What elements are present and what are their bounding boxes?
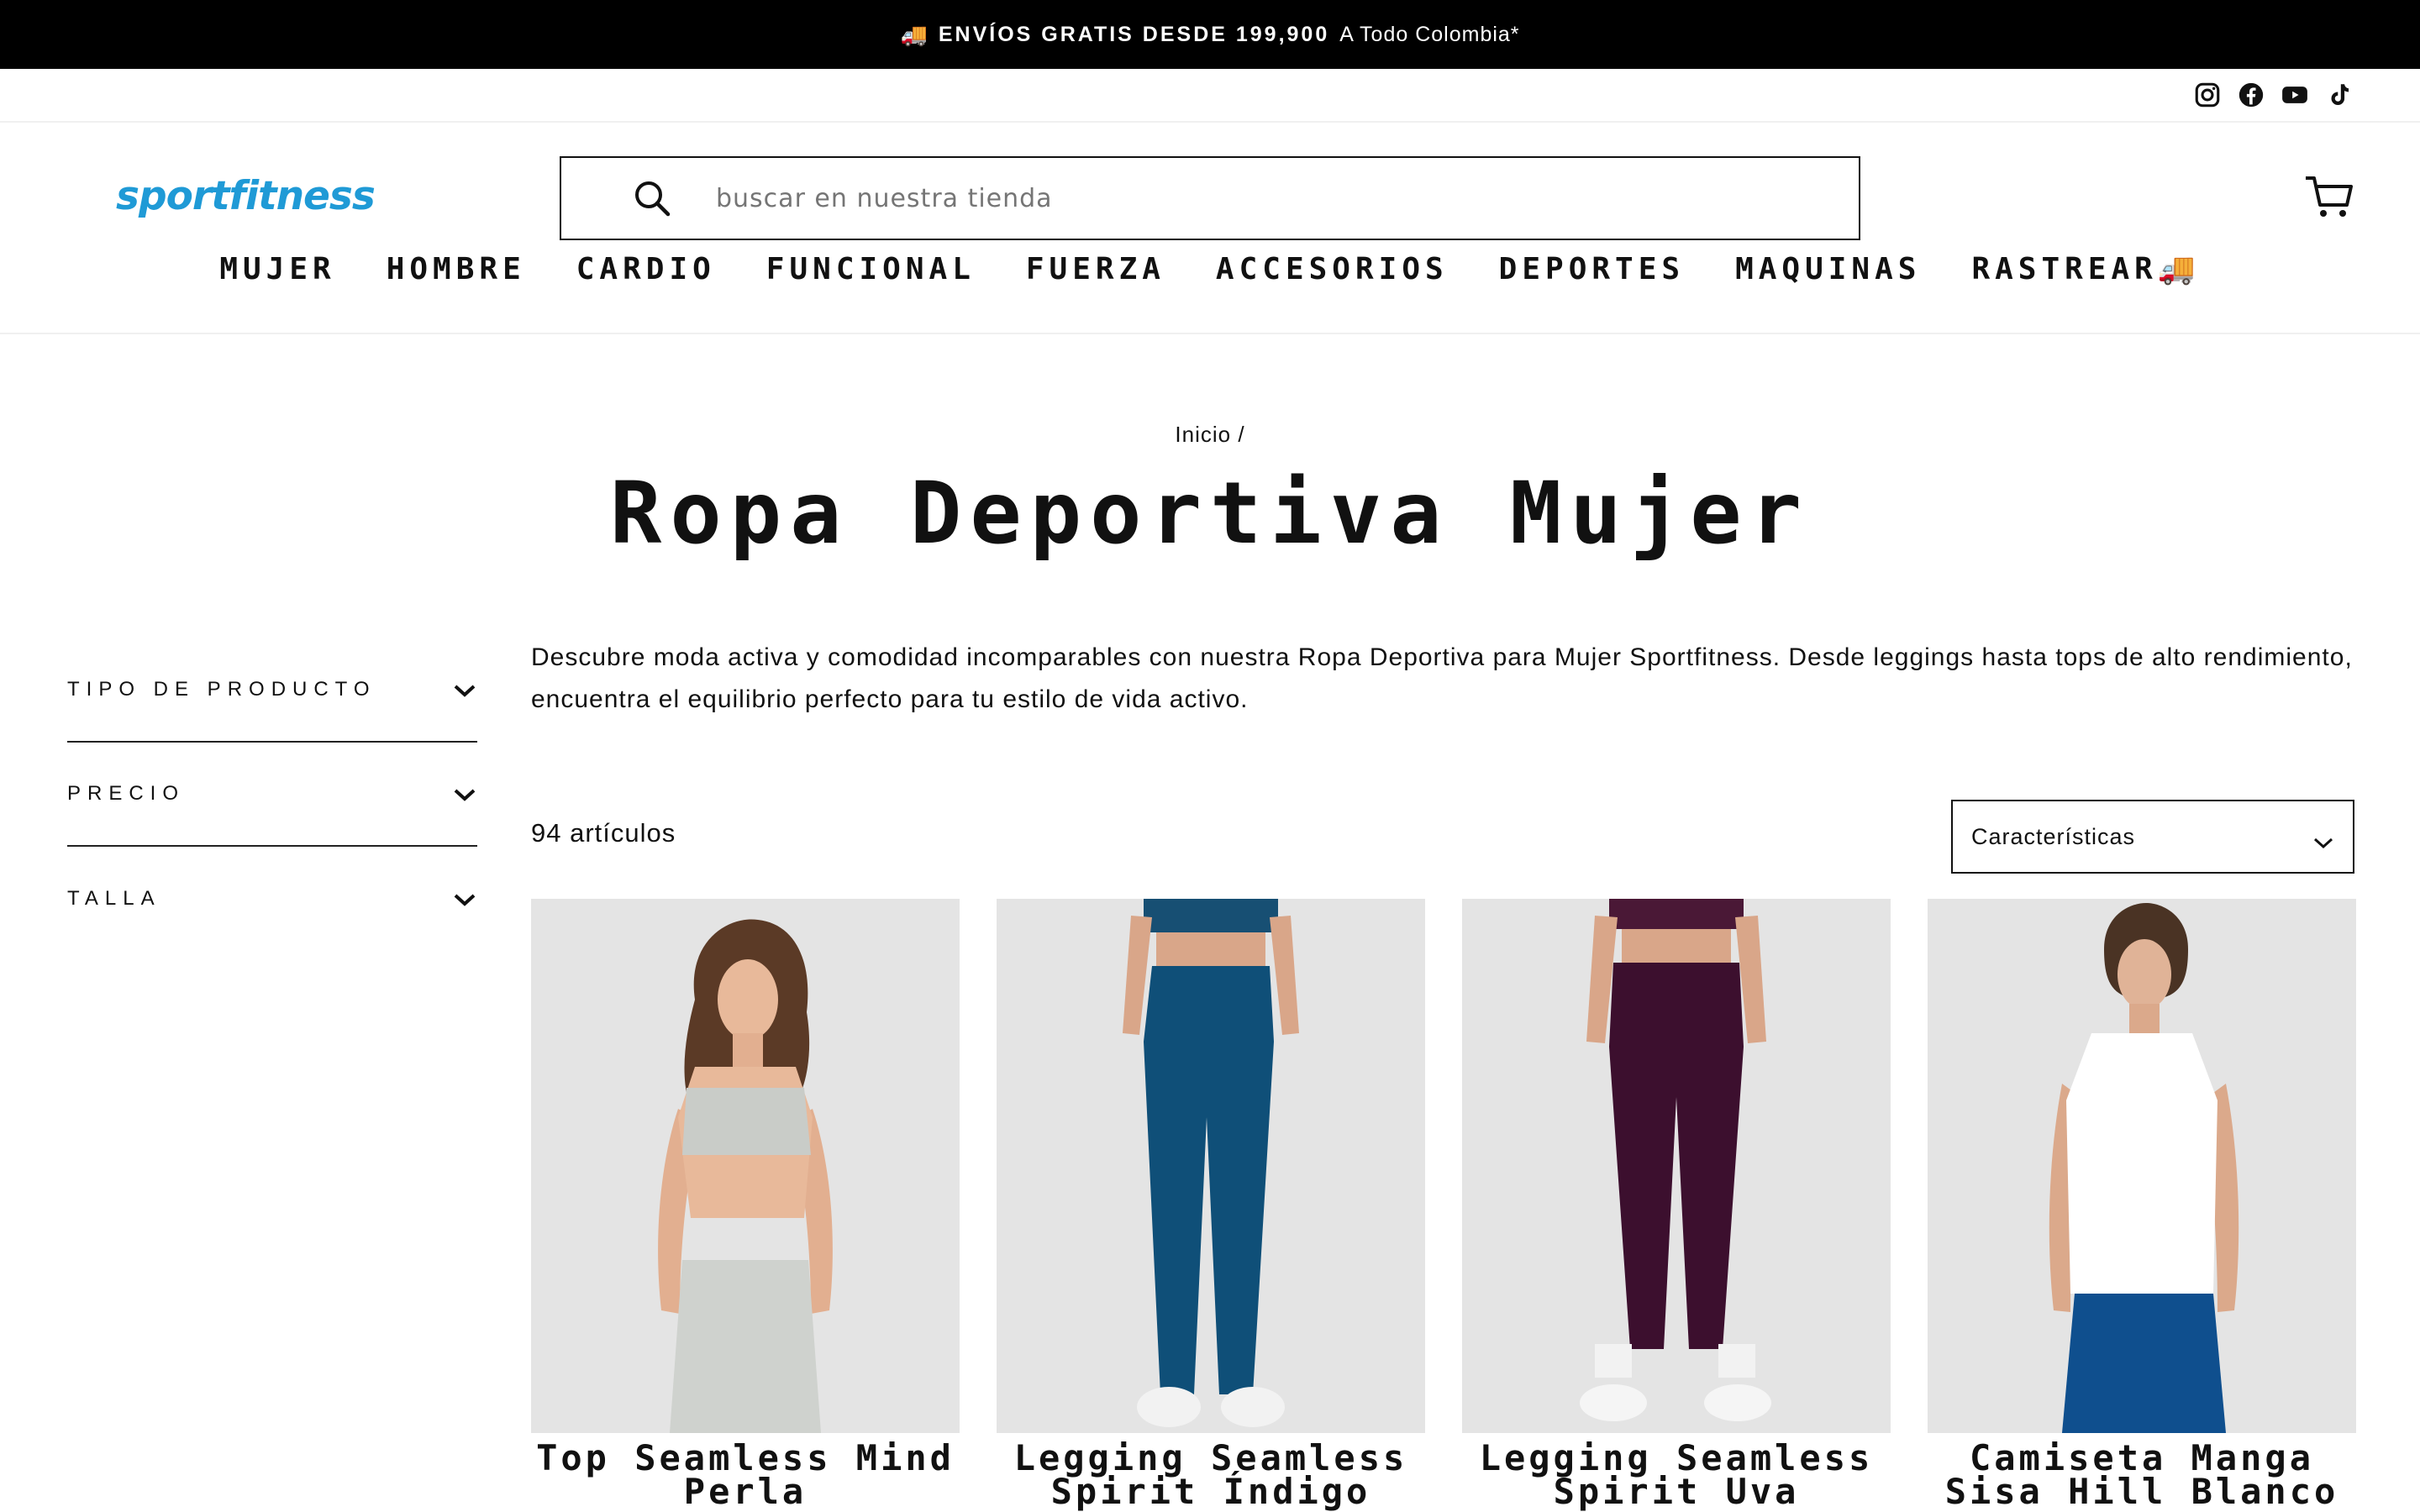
nav-item-accesorios[interactable]: ACCESORIOS <box>1191 244 1474 294</box>
announcement-bar: 🚚 ENVÍOS GRATIS DESDE 199,900 A Todo Col… <box>0 0 2420 69</box>
filter-size[interactable]: TALLA <box>67 847 477 951</box>
filter-label: TALLA <box>67 887 161 910</box>
nav-item-rastrear[interactable]: RASTREAR🚚 <box>1946 244 2225 294</box>
filter-label: PRECIO <box>67 782 186 805</box>
truck-icon: 🚚 <box>900 21 930 47</box>
sort-select[interactable]: Características <box>1951 800 2354 874</box>
collection-description: Descubre moda activa y comodidad incompa… <box>531 643 2353 713</box>
chevron-down-icon <box>2312 830 2334 849</box>
social-bar <box>0 69 2420 123</box>
product-card[interactable]: Camiseta Manga Sisa Hill Blanco <box>1928 899 2356 1509</box>
product-image[interactable] <box>1928 899 2356 1433</box>
announcement-bold-text: ENVÍOS GRATIS DESDE 199,900 <box>938 22 1330 46</box>
filter-product-type[interactable]: TIPO DE PRODUCTO <box>67 638 477 743</box>
product-name[interactable]: Top Seamless Mind Perla <box>531 1441 960 1509</box>
filter-price[interactable]: PRECIO <box>67 743 477 847</box>
page-title: Ropa Deportiva Mujer <box>609 464 1811 564</box>
product-card[interactable]: Legging Seamless Spirit Uva <box>1462 899 1891 1509</box>
nav-item-fuerza[interactable]: FUERZA <box>1001 244 1191 294</box>
header-divider <box>0 333 2420 334</box>
nav-item-mujer[interactable]: MUJER <box>194 244 360 294</box>
nav-item-cardio[interactable]: CARDIO <box>551 244 741 294</box>
tiktok-icon[interactable] <box>2324 81 2353 109</box>
chevron-down-icon <box>452 785 477 802</box>
svg-text:sportfitness: sportfitness <box>116 173 375 219</box>
announcement-light-text: A Todo Colombia* <box>1339 22 1520 46</box>
search-icon[interactable] <box>632 178 672 218</box>
main-navigation: MUJER HOMBRE CARDIO FUNCIONAL FUERZA ACC… <box>0 244 2420 294</box>
product-image[interactable] <box>997 899 1425 1433</box>
search-input[interactable] <box>716 183 1724 213</box>
product-name[interactable]: Camiseta Manga Sisa Hill Blanco <box>1928 1441 2356 1509</box>
breadcrumb[interactable]: Inicio / <box>0 422 2420 448</box>
nav-item-deportes[interactable]: DEPORTES <box>1474 244 1710 294</box>
facebook-icon[interactable] <box>2237 81 2265 109</box>
product-name[interactable]: Legging Seamless Spirit Uva <box>1462 1441 1891 1509</box>
chevron-down-icon <box>452 681 477 698</box>
filter-label: TIPO DE PRODUCTO <box>67 678 376 701</box>
item-count: 94 artículos <box>531 818 676 848</box>
nav-item-maquinas[interactable]: MAQUINAS <box>1710 244 1946 294</box>
product-grid: Top Seamless Mind Perla Legging Seamless… <box>531 899 2356 1509</box>
instagram-icon[interactable] <box>2193 81 2222 109</box>
youtube-icon[interactable] <box>2281 81 2309 109</box>
chevron-down-icon <box>452 890 477 907</box>
sort-selected-value: Características <box>1971 823 2136 849</box>
nav-item-hombre[interactable]: HOMBRE <box>361 244 551 294</box>
product-name[interactable]: Legging Seamless Spirit Índigo <box>997 1441 1425 1509</box>
product-card[interactable]: Legging Seamless Spirit Índigo <box>997 899 1425 1509</box>
brand-logo[interactable]: sportfitness <box>116 172 422 221</box>
nav-item-funcional[interactable]: FUNCIONAL <box>741 244 1001 294</box>
filter-sidebar: TIPO DE PRODUCTO PRECIO TALLA <box>67 638 477 951</box>
product-card[interactable]: Top Seamless Mind Perla <box>531 899 960 1509</box>
search-box[interactable] <box>560 156 1860 240</box>
product-image[interactable] <box>1462 899 1891 1433</box>
cart-icon[interactable] <box>2304 173 2353 220</box>
product-image[interactable] <box>531 899 960 1433</box>
